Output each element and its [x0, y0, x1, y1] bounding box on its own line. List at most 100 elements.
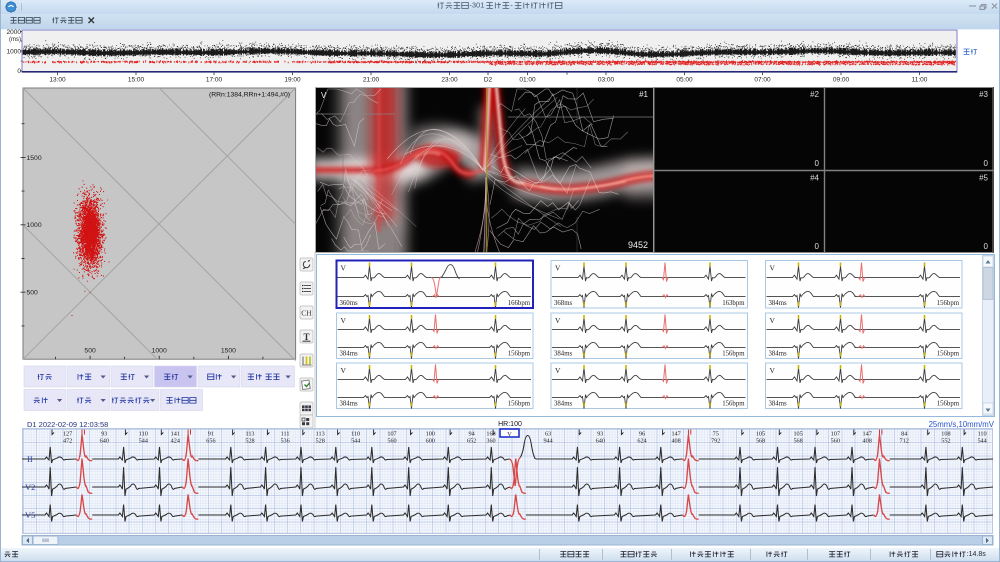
- svg-text:V: V: [341, 264, 347, 273]
- svg-text:108: 108: [941, 431, 950, 438]
- svg-text:163bpm: 163bpm: [722, 300, 745, 307]
- svg-text:156bpm: 156bpm: [937, 401, 960, 408]
- svg-text:712: 712: [900, 438, 909, 445]
- svg-text:544: 544: [139, 438, 148, 445]
- svg-text:V: V: [341, 366, 347, 375]
- svg-text:#1: #1: [639, 90, 648, 99]
- svg-text:23:00: 23:00: [441, 77, 458, 84]
- svg-text:147: 147: [863, 431, 872, 438]
- svg-text:544: 544: [977, 438, 986, 445]
- svg-text:-301: -301: [469, 1, 484, 10]
- svg-text:100: 100: [426, 431, 435, 438]
- svg-text:384ms: 384ms: [340, 351, 358, 358]
- svg-text:640: 640: [100, 438, 109, 445]
- svg-text:11:00: 11:00: [912, 77, 928, 84]
- svg-text:15:00: 15:00: [128, 77, 145, 84]
- svg-text:0: 0: [815, 242, 820, 251]
- svg-text:105: 105: [793, 431, 802, 438]
- svg-text:156bpm: 156bpm: [508, 401, 531, 408]
- svg-text:544: 544: [351, 438, 360, 445]
- svg-text:93: 93: [597, 431, 603, 438]
- svg-text:110: 110: [978, 431, 987, 438]
- svg-text:147: 147: [671, 431, 680, 438]
- svg-text:0: 0: [984, 242, 989, 251]
- svg-text:107: 107: [387, 431, 396, 438]
- svg-text:75: 75: [713, 431, 719, 438]
- svg-text:127: 127: [63, 431, 72, 438]
- svg-text:(ms): (ms): [9, 37, 21, 43]
- svg-text:19:00: 19:00: [284, 77, 301, 84]
- svg-text:21:00: 21:00: [363, 77, 380, 84]
- svg-text:536: 536: [280, 438, 289, 445]
- svg-text:96: 96: [639, 431, 645, 438]
- svg-text:1000: 1000: [27, 222, 42, 229]
- svg-text:368ms: 368ms: [554, 300, 572, 307]
- svg-text:1500: 1500: [221, 348, 236, 355]
- svg-text:#4: #4: [810, 174, 819, 183]
- svg-text:V: V: [321, 91, 327, 100]
- svg-text:63: 63: [545, 431, 551, 438]
- svg-text:624: 624: [637, 438, 646, 445]
- svg-text:384ms: 384ms: [554, 401, 572, 408]
- svg-text:408: 408: [671, 438, 680, 445]
- svg-text:568: 568: [756, 438, 765, 445]
- svg-text:03:00: 03:00: [598, 77, 615, 84]
- svg-text:V: V: [770, 366, 776, 375]
- svg-text:156bpm: 156bpm: [508, 351, 531, 358]
- svg-text:384ms: 384ms: [769, 300, 787, 307]
- svg-text:07:00: 07:00: [754, 77, 771, 84]
- svg-text:792: 792: [711, 438, 720, 445]
- svg-text:552: 552: [941, 438, 950, 445]
- svg-text:111: 111: [281, 431, 290, 438]
- svg-text:656: 656: [206, 438, 215, 445]
- svg-text:384ms: 384ms: [769, 351, 787, 358]
- svg-text:113: 113: [316, 431, 325, 438]
- svg-text:V: V: [555, 264, 561, 273]
- svg-text:09:00: 09:00: [833, 77, 850, 84]
- svg-text:408: 408: [863, 438, 872, 445]
- svg-text:0: 0: [815, 159, 820, 168]
- svg-text:1000: 1000: [7, 49, 22, 56]
- svg-text:0: 0: [17, 68, 21, 75]
- svg-text:#5: #5: [979, 174, 988, 183]
- svg-text:1000: 1000: [152, 348, 167, 355]
- svg-text:V: V: [770, 264, 776, 273]
- svg-text:94: 94: [469, 431, 475, 438]
- svg-text:V: V: [770, 316, 776, 325]
- svg-text:384ms: 384ms: [769, 401, 787, 408]
- svg-text:CH: CH: [301, 309, 312, 318]
- svg-text:HR:100: HR:100: [498, 421, 522, 428]
- svg-text:560: 560: [387, 438, 396, 445]
- svg-text:141: 141: [171, 431, 180, 438]
- svg-text:V2: V2: [25, 482, 35, 492]
- svg-text:(RRn:1384,RRn+1:494,#0): (RRn:1384,RRn+1:494,#0): [209, 92, 290, 99]
- svg-text:360: 360: [486, 438, 495, 445]
- svg-text:V: V: [555, 366, 561, 375]
- svg-text:384ms: 384ms: [340, 401, 358, 408]
- svg-text:84: 84: [901, 431, 907, 438]
- svg-text:93: 93: [101, 431, 107, 438]
- svg-text:156bpm: 156bpm: [722, 401, 745, 408]
- svg-text:472: 472: [63, 438, 72, 445]
- svg-text:113: 113: [245, 431, 254, 438]
- svg-text:500: 500: [84, 348, 96, 355]
- svg-text:T: T: [303, 332, 309, 342]
- svg-text:II: II: [27, 454, 33, 464]
- svg-text:156bpm: 156bpm: [937, 300, 960, 307]
- svg-text:#3: #3: [979, 90, 988, 99]
- svg-text:2000: 2000: [7, 29, 22, 36]
- svg-text:17:00: 17:00: [206, 77, 223, 84]
- svg-text:05:00: 05:00: [676, 77, 693, 84]
- svg-text:166: 166: [486, 431, 495, 438]
- svg-text::14.8s: :14.8s: [967, 551, 987, 558]
- svg-text:156bpm: 156bpm: [722, 351, 745, 358]
- svg-text:166bpm: 166bpm: [508, 300, 531, 307]
- svg-text:360ms: 360ms: [340, 300, 358, 307]
- svg-text:384ms: 384ms: [554, 351, 572, 358]
- svg-text:110: 110: [139, 431, 148, 438]
- svg-text:#2: #2: [810, 90, 819, 99]
- svg-text:V: V: [507, 431, 512, 438]
- svg-text:9452: 9452: [628, 240, 648, 250]
- svg-text:640: 640: [596, 438, 605, 445]
- svg-text:1500: 1500: [27, 155, 42, 162]
